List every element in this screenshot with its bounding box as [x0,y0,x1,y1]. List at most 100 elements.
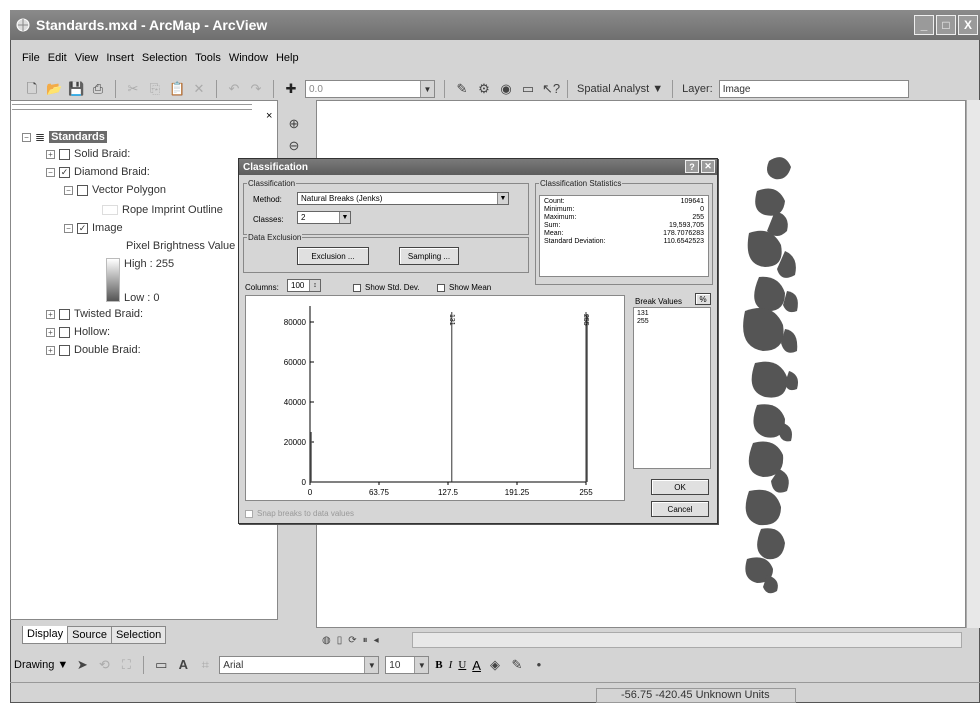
text-icon[interactable]: A [175,657,191,673]
chevron-down-icon[interactable]: ▼ [364,657,379,673]
italic-button[interactable]: I [449,659,453,671]
menu-file[interactable]: File [22,52,40,64]
delete-icon[interactable]: ✕ [191,81,207,97]
collapse-icon[interactable]: − [22,132,31,142]
font-color-button[interactable]: A [472,658,481,673]
drawing-menu[interactable]: Drawing ▼ [14,659,68,671]
fill-color-icon[interactable]: ◈ [487,657,503,673]
toc-close-icon[interactable]: × [266,110,272,122]
tab-selection[interactable]: Selection [110,626,167,644]
classes-select[interactable]: 2 ▼ [297,211,351,224]
layer-double-braid[interactable]: + Double Braid: [46,344,141,356]
expand-icon[interactable]: + [46,327,55,337]
break-values-list[interactable]: 131 255 [633,307,711,469]
cancel-button[interactable]: Cancel [651,501,709,517]
paste-icon[interactable]: 📋 [169,81,185,97]
bold-button[interactable]: B [435,659,442,671]
expand-icon[interactable]: + [46,345,55,355]
font-name-combo[interactable]: Arial ▼ [219,656,380,674]
show-mean-checkbox[interactable] [437,283,445,292]
globe-icon[interactable]: ◍ [322,635,331,646]
layer-combo[interactable]: Image [718,80,909,98]
layer-image[interactable]: − ✓ Image [64,222,123,234]
cut-icon[interactable]: ✂ [125,81,141,97]
layer-checkbox[interactable] [59,326,70,338]
expand-icon[interactable]: + [46,309,55,319]
tree-root[interactable]: − ≣ Standards [22,130,107,144]
underline-button[interactable]: U [458,659,466,671]
refresh-icon[interactable]: ⟳ [348,635,356,646]
collapse-icon[interactable]: − [64,223,73,233]
chevron-down-icon[interactable]: ▼ [497,193,508,204]
columns-spinner[interactable]: 100 ↕ [287,279,321,292]
snap-breaks-option[interactable]: Snap breaks to data values [245,509,354,518]
help-icon[interactable]: ? [685,160,699,173]
menu-tools[interactable]: Tools [195,52,221,64]
menu-view[interactable]: View [75,52,99,64]
close-icon[interactable]: ✕ [701,160,715,173]
show-mean-option[interactable]: Show Mean [437,283,491,292]
zoom-to-selected-icon[interactable]: ⛶ [118,657,134,673]
collapse-icon[interactable]: − [46,167,55,177]
add-data-icon[interactable]: ✚ [283,81,299,97]
map-horizontal-scrollbar[interactable] [412,632,962,648]
break-value-item[interactable]: 255 [637,318,707,326]
collapse-icon[interactable]: − [64,185,73,195]
close-button[interactable]: X [958,15,978,35]
menu-edit[interactable]: Edit [48,52,67,64]
histogram[interactable]: 0 20000 40000 60000 80000 0 63.75 127.5 191.25 25… [245,295,625,501]
layer-diamond-braid[interactable]: − ✓ Diamond Braid: [46,166,150,178]
select-elements-icon[interactable]: ➤ [74,657,90,673]
menu-insert[interactable]: Insert [106,52,134,64]
chevron-down-icon[interactable]: ▼ [420,81,434,97]
menu-window[interactable]: Window [229,52,268,64]
map-vertical-scrollbar[interactable] [966,100,980,628]
data-frame-label[interactable]: Standards [49,131,107,143]
editor-icon[interactable]: ✎ [454,81,470,97]
spatial-analyst-menu[interactable]: Spatial Analyst ▼ [577,83,663,95]
menu-help[interactable]: Help [276,52,299,64]
layer-checkbox[interactable]: ✓ [77,222,88,234]
layer-checkbox[interactable] [59,148,70,160]
chevron-down-icon[interactable]: ▼ [339,212,350,223]
layer-checkbox[interactable]: ✓ [59,166,70,178]
spinner-icon[interactable]: ↕ [309,280,320,291]
page-layout-icon[interactable]: ▯ [337,635,343,646]
line-color-icon[interactable]: ✎ [509,657,525,673]
font-size-combo[interactable]: 10 ▼ [385,656,430,674]
show-std-dev-option[interactable]: Show Std. Dev. [353,283,420,292]
edit-vertices-icon[interactable]: ⌗ [197,657,213,673]
redo-icon[interactable]: ↷ [248,81,264,97]
save-icon[interactable]: 💾 [68,81,84,97]
new-icon[interactable]: 🗋 [24,81,40,97]
break-value-item[interactable]: 131 [637,310,707,318]
method-select[interactable]: Natural Breaks (Jenks) ▼ [297,192,509,205]
exclusion-button[interactable]: Exclusion ... [297,247,369,265]
toc-grip[interactable] [12,104,252,110]
histogram-chart[interactable]: 0 20000 40000 60000 80000 0 63.75 127.5 191.25 25… [246,296,624,500]
print-icon[interactable]: ⎙ [90,81,106,97]
layer-twisted-braid[interactable]: + Twisted Braid: [46,308,143,320]
ok-button[interactable]: OK [651,479,709,495]
rectangle-icon[interactable]: ▭ [153,657,169,673]
undo-icon[interactable]: ↶ [226,81,242,97]
scroll-left-icon[interactable]: ◂ [374,635,379,646]
marker-color-icon[interactable]: • [531,657,547,673]
snap-breaks-checkbox[interactable] [245,509,253,518]
map-scale-combo[interactable]: 0.0 ▼ [305,80,435,98]
rotate-icon[interactable]: ⟲ [96,657,112,673]
open-icon[interactable]: 📂 [46,81,62,97]
whats-this-icon[interactable]: ↖? [542,81,560,97]
tab-source[interactable]: Source [67,626,112,644]
zoom-in-icon[interactable]: ⊕ [286,116,302,132]
layer-vector-polygon[interactable]: − Vector Polygon [64,184,166,196]
layer-checkbox[interactable] [59,308,70,320]
copy-icon[interactable]: ⎘ [147,81,163,97]
zoom-out-icon[interactable]: ⊖ [286,138,302,154]
minimize-button[interactable]: _ [914,15,934,35]
maximize-button[interactable]: □ [936,15,956,35]
show-std-dev-checkbox[interactable] [353,283,361,292]
chevron-down-icon[interactable]: ▼ [414,657,429,673]
expand-icon[interactable]: + [46,149,55,159]
sampling-button[interactable]: Sampling ... [399,247,459,265]
